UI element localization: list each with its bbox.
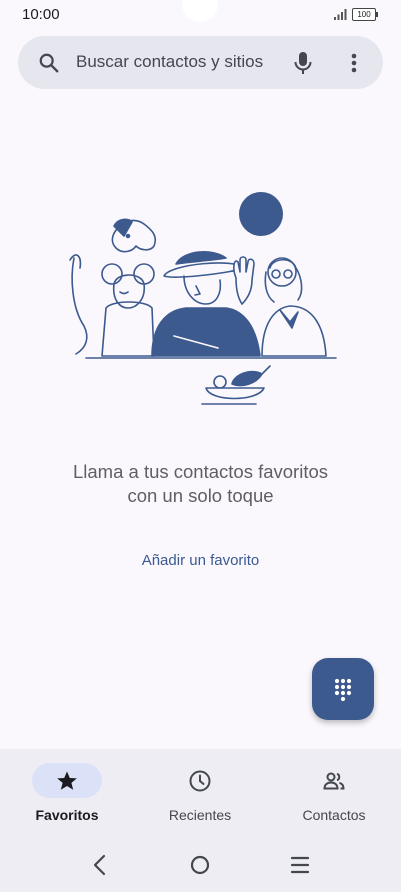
status-time: 10:00 <box>22 6 60 23</box>
dialpad-icon <box>334 678 352 701</box>
clock-icon <box>189 770 211 792</box>
star-icon <box>57 771 77 790</box>
add-favorite-link[interactable]: Añadir un favorito <box>100 552 301 569</box>
nav-label-contactos: Contactos <box>302 807 366 823</box>
back-icon[interactable] <box>80 848 120 884</box>
more-vert-icon[interactable] <box>344 51 364 75</box>
camera-notch <box>182 0 218 22</box>
search-input[interactable]: Buscar contactos y sitios <box>76 52 263 72</box>
favorites-illustration <box>69 192 337 405</box>
search-icon <box>39 53 59 73</box>
system-navigation <box>0 848 401 884</box>
empty-state-message: Llama a tus contactos favoritos con un s… <box>72 461 329 506</box>
people-icon <box>323 772 345 790</box>
dialpad-button[interactable] <box>312 658 374 720</box>
battery-icon: 100 <box>352 8 378 21</box>
nav-item-recientes[interactable]: Recientes <box>140 749 260 839</box>
nav-label-recientes: Recientes <box>168 807 232 823</box>
home-icon[interactable] <box>180 848 220 884</box>
nav-item-favoritos[interactable]: Favoritos <box>7 749 127 839</box>
nav-label-favoritos: Favoritos <box>35 807 99 823</box>
search-bar[interactable]: Buscar contactos y sitios <box>18 36 383 89</box>
signal-icon <box>334 9 347 20</box>
bottom-navigation: Favoritos Recientes Contactos <box>0 749 401 892</box>
recents-icon[interactable] <box>280 848 320 884</box>
mic-icon[interactable] <box>292 50 314 76</box>
nav-item-contactos[interactable]: Contactos <box>274 749 394 839</box>
status-bar: 10:00 100 <box>0 0 401 30</box>
